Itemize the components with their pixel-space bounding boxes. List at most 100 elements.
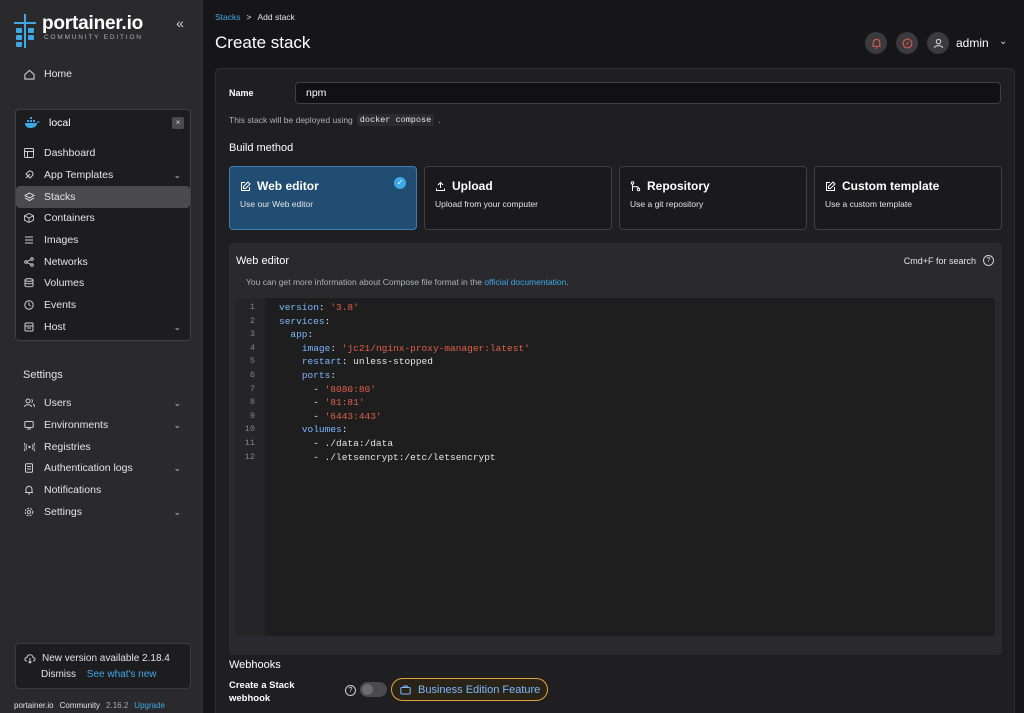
badge-text: Business Edition Feature bbox=[418, 683, 541, 696]
code-line[interactable]: 4 image: 'jc21/nginx-proxy-manager:lates… bbox=[235, 342, 995, 356]
footer-brand: portainer.io bbox=[14, 701, 54, 710]
code-text: - '6443:443' bbox=[279, 410, 382, 422]
home-icon bbox=[23, 68, 35, 80]
sidebar-item-networks[interactable]: Networks bbox=[16, 251, 190, 273]
code-line[interactable]: 1 version: '3.8' bbox=[235, 301, 995, 315]
chevron-down-icon: ⌄ bbox=[173, 462, 181, 473]
sidebar-item-app-templates[interactable]: App Templates ⌄ bbox=[16, 164, 190, 186]
build-method-desc: Use our Web editor bbox=[240, 199, 314, 209]
line-number: 6 bbox=[249, 370, 255, 380]
build-method-desc: Upload from your computer bbox=[435, 199, 538, 209]
code-text: image: 'jc21/nginx-proxy-manager:latest' bbox=[301, 342, 530, 354]
line-number: 3 bbox=[249, 329, 255, 340]
code-line[interactable]: 6 ports: bbox=[235, 369, 995, 383]
log-icon bbox=[23, 462, 35, 474]
upload-icon bbox=[435, 181, 446, 192]
sidebar-item-label: Notifications bbox=[44, 484, 102, 496]
breadcrumb-current: Add stack bbox=[257, 12, 295, 22]
user-menu-chevron-icon[interactable]: ⌄ bbox=[999, 36, 1007, 47]
code-line[interactable]: 9 - '6443:443' bbox=[235, 410, 995, 424]
close-environment-icon[interactable]: × bbox=[172, 117, 184, 129]
search-hint: Cmd+F for search ? bbox=[904, 255, 994, 266]
code-line[interactable]: 5 restart: unless-stopped bbox=[235, 355, 995, 369]
sidebar-item-volumes[interactable]: Volumes bbox=[16, 272, 190, 294]
sidebar-item-label: Environments bbox=[44, 419, 109, 431]
chevron-down-icon: ⌄ bbox=[173, 321, 181, 332]
whats-new-link[interactable]: See what's new bbox=[87, 669, 157, 680]
logo-edition: COMMUNITY EDITION bbox=[44, 34, 143, 41]
sidebar-item-stacks[interactable]: Stacks bbox=[16, 186, 190, 208]
code-text: - '81:81' bbox=[279, 397, 365, 409]
deploy-note-text: This stack will be deployed using bbox=[229, 115, 353, 125]
code-line[interactable]: 2 services: bbox=[235, 315, 995, 329]
sidebar-item-label: Host bbox=[44, 321, 66, 333]
sidebar-item-registries[interactable]: Registries bbox=[16, 436, 190, 458]
build-method-upload[interactable]: Upload Upload from your computer bbox=[424, 166, 612, 230]
stack-name-input[interactable] bbox=[295, 82, 1001, 104]
upgrade-link[interactable]: Upgrade bbox=[134, 701, 165, 710]
sidebar-item-users[interactable]: Users ⌄ bbox=[16, 392, 190, 414]
code-text: - ./letsencrypt:/etc/letsencrypt bbox=[279, 451, 496, 463]
code-line[interactable]: 11 - ./data:/data bbox=[235, 437, 995, 451]
sidebar-item-environments[interactable]: Environments ⌄ bbox=[16, 414, 190, 436]
user-avatar-icon[interactable] bbox=[927, 32, 949, 54]
user-name[interactable]: admin bbox=[956, 36, 989, 50]
web-editor-panel: Web editor Cmd+F for search ? You can ge… bbox=[229, 243, 1002, 655]
dashboard-icon bbox=[23, 147, 35, 159]
sidebar-item-containers[interactable]: Containers bbox=[16, 207, 190, 229]
code-line[interactable]: 7 - '8080:80' bbox=[235, 383, 995, 397]
sidebar-item-label: Home bbox=[44, 68, 73, 80]
docker-whale-icon bbox=[24, 117, 40, 129]
build-method-web-editor[interactable]: Web editor Use our Web editor ✓ bbox=[229, 166, 417, 230]
code-line[interactable]: 10 volumes: bbox=[235, 423, 995, 437]
update-text: New version available 2.18.4 bbox=[42, 653, 170, 664]
compose-info: You can get more information about Compo… bbox=[246, 277, 569, 287]
compose-info-suffix: . bbox=[566, 277, 569, 287]
sidebar-item-authentication-logs[interactable]: Authentication logs ⌄ bbox=[16, 457, 190, 479]
list-icon bbox=[23, 234, 35, 246]
notifications-bell-icon[interactable] bbox=[865, 32, 887, 54]
git-branch-icon bbox=[630, 180, 641, 192]
code-line[interactable]: 12 - ./letsencrypt:/etc/letsencrypt bbox=[235, 451, 995, 465]
sidebar-item-notifications[interactable]: Notifications bbox=[16, 479, 190, 501]
build-method-custom-template[interactable]: Custom template Use a custom template bbox=[814, 166, 1002, 230]
line-number: 11 bbox=[244, 438, 255, 448]
code-text: version: '3.8' bbox=[279, 302, 359, 313]
sidebar-item-label: Events bbox=[44, 299, 77, 311]
line-number: 2 bbox=[249, 315, 255, 326]
code-text: services: bbox=[279, 315, 331, 327]
collapse-sidebar-icon[interactable]: « bbox=[172, 16, 188, 32]
footer-edition: Community bbox=[59, 701, 101, 710]
web-editor-title: Web editor bbox=[236, 255, 289, 267]
webhook-toggle[interactable] bbox=[360, 682, 387, 697]
search-hint-text: Cmd+F for search bbox=[903, 255, 976, 266]
build-method-repository[interactable]: Repository Use a git repository bbox=[619, 166, 807, 230]
sidebar-item-dashboard[interactable]: Dashboard bbox=[16, 142, 190, 164]
sidebar-item-images[interactable]: Images bbox=[16, 229, 190, 251]
build-method-title: Upload bbox=[452, 179, 493, 193]
portainer-logo[interactable]: portainer.io COMMUNITY EDITION bbox=[14, 14, 143, 48]
official-documentation-link[interactable]: official documentation bbox=[484, 277, 566, 287]
help-icon[interactable]: ? bbox=[345, 685, 356, 696]
help-icon[interactable]: ? bbox=[983, 255, 994, 266]
code-editor[interactable]: 1 version: '3.8' 2 services: 3 app: 4 image: … bbox=[235, 298, 995, 636]
business-edition-badge[interactable]: Business Edition Feature bbox=[391, 678, 548, 701]
sidebar-item-host[interactable]: Host ⌄ bbox=[16, 316, 190, 338]
chevron-down-icon: ⌄ bbox=[173, 169, 181, 180]
clock-icon bbox=[23, 299, 35, 311]
line-number: 4 bbox=[249, 342, 255, 353]
code-line[interactable]: 8 - '81:81' bbox=[235, 396, 995, 410]
breadcrumb-stacks-link[interactable]: Stacks bbox=[215, 12, 241, 22]
cloud-download-icon bbox=[24, 653, 36, 664]
code-line[interactable]: 3 app: bbox=[235, 328, 995, 342]
portainer-crane-icon bbox=[14, 14, 36, 48]
sidebar-item-events[interactable]: Events bbox=[16, 294, 190, 316]
sidebar-item-home[interactable]: Home bbox=[16, 63, 190, 85]
help-compass-icon[interactable] bbox=[896, 32, 918, 54]
sidebar-item-settings[interactable]: Settings ⌄ bbox=[16, 501, 190, 523]
update-notice: New version available 2.18.4 Dismiss See… bbox=[15, 643, 191, 689]
compose-info-text: You can get more information about Compo… bbox=[246, 277, 482, 287]
environment-header[interactable]: local bbox=[16, 114, 190, 132]
code-text: restart: unless-stopped bbox=[301, 356, 433, 368]
dismiss-button[interactable]: Dismiss bbox=[41, 669, 76, 680]
